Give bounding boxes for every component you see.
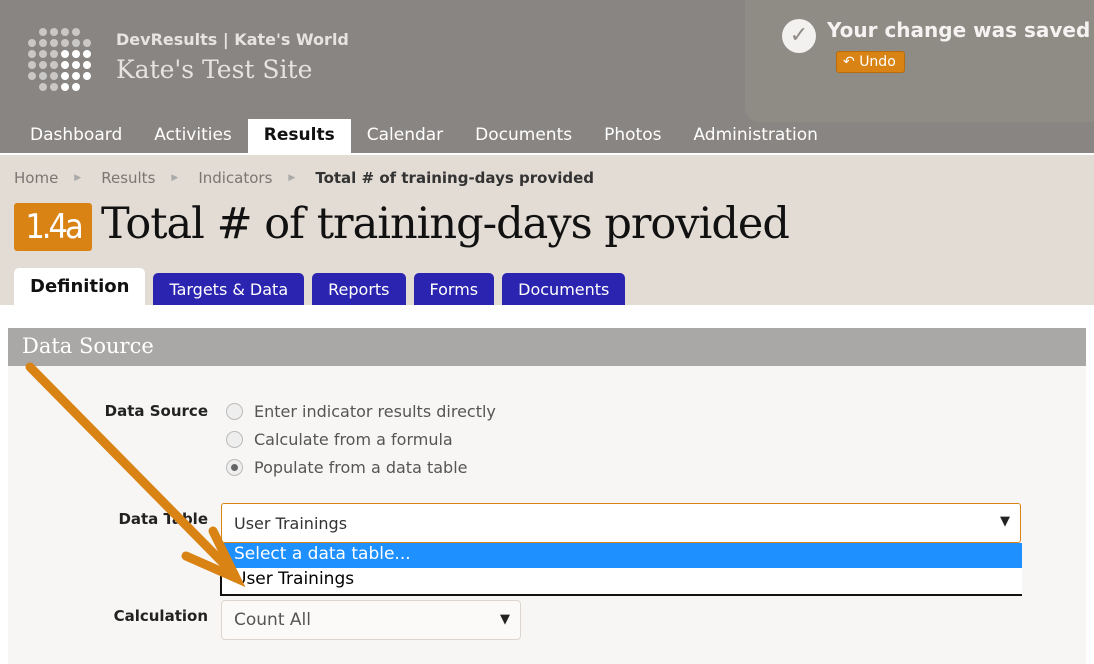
radio-selected-icon[interactable] bbox=[226, 459, 243, 476]
nav-activities[interactable]: Activities bbox=[138, 119, 248, 153]
nav-photos[interactable]: Photos bbox=[588, 119, 677, 153]
breadcrumb-indicators[interactable]: Indicators bbox=[198, 169, 272, 187]
radio-icon[interactable] bbox=[226, 431, 243, 448]
toast-message: Your change was saved bbox=[827, 18, 1091, 42]
undo-icon: ↶ bbox=[843, 54, 860, 70]
page-title: Total # of training-days provided bbox=[101, 199, 790, 249]
devresults-logo bbox=[28, 28, 91, 91]
nav-calendar[interactable]: Calendar bbox=[351, 119, 459, 153]
tab-targets-data[interactable]: Targets & Data bbox=[153, 273, 305, 305]
data-source-label: Data Source bbox=[104, 402, 208, 420]
data-table-label: Data Table bbox=[118, 510, 208, 528]
breadcrumb-results[interactable]: Results bbox=[101, 169, 155, 187]
tab-forms[interactable]: Forms bbox=[413, 273, 495, 305]
chevron-right-icon: ▶ bbox=[171, 173, 179, 183]
radio-data-table[interactable]: Populate from a data table bbox=[226, 458, 467, 477]
saved-toast: ✓ Your change was saved ↶ Undo bbox=[745, 0, 1094, 122]
tab-reports[interactable]: Reports bbox=[312, 273, 406, 305]
tab-definition[interactable]: Definition bbox=[14, 268, 146, 305]
breadcrumb-home[interactable]: Home bbox=[14, 169, 58, 187]
nav-results[interactable]: Results bbox=[247, 119, 351, 153]
indicator-code-badge: 1.4a bbox=[14, 203, 92, 251]
indicator-tabs: Definition Targets & Data Reports Forms … bbox=[14, 268, 633, 305]
select-value: User Trainings bbox=[234, 514, 348, 533]
data-source-panel: Data Source Data Source Enter indicator … bbox=[8, 328, 1086, 664]
tab-documents[interactable]: Documents bbox=[502, 273, 626, 305]
main-nav: Dashboard Activities Results Calendar Do… bbox=[0, 119, 834, 153]
radio-label: Enter indicator results directly bbox=[254, 402, 496, 421]
radio-formula[interactable]: Calculate from a formula bbox=[226, 430, 453, 449]
radio-label: Calculate from a formula bbox=[254, 430, 453, 449]
calculation-label: Calculation bbox=[113, 607, 208, 625]
breadcrumb-current: Total # of training-days provided bbox=[315, 169, 595, 187]
nav-documents[interactable]: Documents bbox=[459, 119, 588, 153]
radio-enter-directly[interactable]: Enter indicator results directly bbox=[226, 402, 496, 421]
data-table-dropdown: Select a data table... User Trainings bbox=[220, 543, 1022, 596]
nav-dashboard[interactable]: Dashboard bbox=[14, 119, 138, 153]
org-name: DevResults | Kate's World bbox=[116, 30, 349, 49]
page-header: Home ▶ Results ▶ Indicators ▶ Total # of tr… bbox=[0, 155, 1094, 305]
calculation-select[interactable]: Count All ▼ bbox=[221, 600, 521, 640]
radio-label: Populate from a data table bbox=[254, 458, 468, 477]
dropdown-option[interactable]: Select a data table... bbox=[222, 543, 1022, 568]
select-value: Count All bbox=[234, 610, 311, 630]
check-circle-icon: ✓ bbox=[782, 19, 816, 53]
panel-title: Data Source bbox=[8, 328, 1086, 366]
breadcrumb: Home ▶ Results ▶ Indicators ▶ Total # of tr… bbox=[14, 169, 604, 187]
nav-administration[interactable]: Administration bbox=[677, 119, 833, 153]
caret-down-icon: ▼ bbox=[1000, 514, 1010, 529]
undo-label: Undo bbox=[859, 54, 896, 70]
radio-icon[interactable] bbox=[226, 403, 243, 420]
dropdown-option[interactable]: User Trainings bbox=[222, 568, 1022, 593]
caret-down-icon: ▼ bbox=[500, 612, 510, 627]
data-table-select[interactable]: User Trainings ▼ bbox=[221, 503, 1021, 543]
site-name: Kate's Test Site bbox=[116, 55, 313, 84]
chevron-right-icon: ▶ bbox=[288, 173, 296, 183]
chevron-right-icon: ▶ bbox=[74, 173, 82, 183]
undo-button[interactable]: ↶ Undo bbox=[836, 51, 905, 73]
